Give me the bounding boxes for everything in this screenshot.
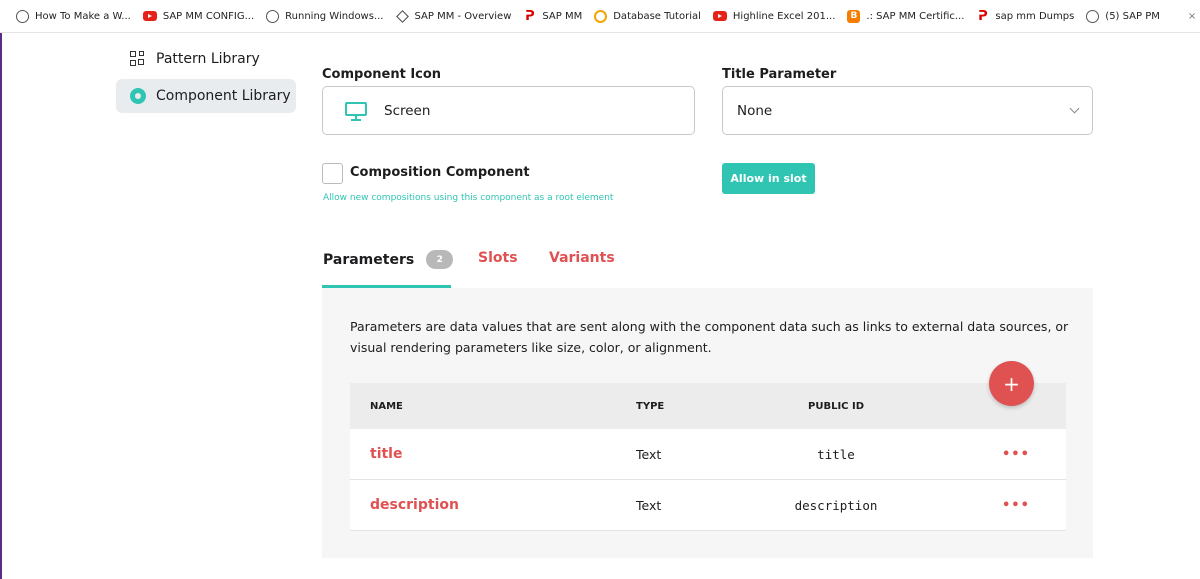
globe-icon: [266, 9, 280, 23]
column-header-name: NAME: [370, 400, 403, 412]
sidebar-item-component-library[interactable]: Component Library: [116, 79, 296, 113]
bookmark[interactable]: B .: SAP MM Certific...: [847, 9, 965, 23]
composition-component-checkbox[interactable]: [322, 163, 343, 184]
bookmark-label: Database Tutorial: [613, 10, 701, 22]
tab-variants[interactable]: Variants: [549, 250, 615, 266]
allow-in-slot-button[interactable]: Allow in slot: [722, 163, 815, 194]
bookmark[interactable]: Running Windows...: [266, 9, 384, 23]
bookmark-label: SAP MM: [542, 10, 583, 22]
sap-icon: ᕈ: [525, 8, 535, 24]
parameter-public-id: description: [794, 497, 878, 513]
sap-icon: ᕈ: [978, 8, 988, 24]
column-header-type: TYPE: [636, 400, 665, 412]
bookmark-label: Running Windows...: [285, 10, 384, 22]
bookmark-label: Highline Excel 201...: [732, 10, 836, 22]
component-icon-label: Component Icon: [322, 67, 442, 82]
bookmark[interactable]: ᕈ SAP MM: [523, 8, 583, 24]
parameters-table: NAME TYPE PUBLIC ID title Text title •••…: [350, 383, 1066, 531]
tab-label: Parameters: [323, 251, 415, 268]
bookmark[interactable]: How To Make a W...: [16, 9, 131, 23]
composition-component-hint: Allow new compositions using this compon…: [323, 193, 614, 203]
bookmark[interactable]: SAP MM CONFIG...: [142, 10, 255, 22]
parameter-name-link[interactable]: title: [370, 429, 402, 479]
parameter-type: Text: [636, 446, 662, 462]
parameter-public-id: title: [817, 446, 855, 462]
tab-slots[interactable]: Slots: [478, 250, 518, 266]
sidebar-item-label: Pattern Library: [156, 51, 260, 67]
tab-parameters[interactable]: Parameters 2: [323, 250, 454, 269]
table-row: title Text title •••: [350, 429, 1066, 480]
monitor-icon: [345, 100, 367, 122]
sidebar-item-label: Component Library: [156, 88, 291, 104]
bookmark-label: sap mm Dumps: [995, 10, 1075, 22]
bookmark[interactable]: Highline Excel 201...: [712, 10, 836, 22]
parameter-type: Text: [636, 497, 662, 513]
globe-icon: [16, 9, 29, 23]
sidebar-item-pattern-library[interactable]: Pattern Library: [116, 44, 296, 74]
title-parameter-value: None: [737, 102, 773, 119]
youtube-icon: [142, 11, 157, 21]
component-icon-value: Screen: [384, 102, 431, 119]
more-actions-icon[interactable]: •••: [1002, 429, 1030, 479]
composition-component-label: Composition Component: [350, 165, 530, 180]
window-edge: [0, 33, 2, 579]
database-icon: [594, 9, 608, 23]
bookmark[interactable]: SAP MM - Overview: [395, 9, 512, 23]
chevron-down-icon: [1069, 103, 1080, 114]
component-icon-picker[interactable]: Screen: [322, 86, 695, 135]
youtube-icon: [712, 11, 727, 21]
bookmark[interactable]: ᕈ sap mm Dumps: [976, 8, 1075, 24]
diamond-icon: [395, 9, 409, 23]
bookmark[interactable]: (5) SAP PM: [1086, 9, 1160, 23]
bookmark-label: How To Make a W...: [35, 10, 131, 22]
bookmark-label: (5) SAP PM: [1105, 10, 1160, 22]
parameter-name-link[interactable]: description: [370, 480, 459, 530]
gear-icon: [130, 88, 146, 104]
grid-icon: [130, 51, 146, 67]
table-row: description Text description •••: [350, 480, 1066, 531]
column-header-public-id: PUBLIC ID: [808, 400, 865, 412]
globe-icon: [1086, 9, 1100, 23]
blogger-icon: B: [847, 9, 861, 23]
parameters-description: Parameters are data values that are sent…: [350, 319, 1069, 355]
bookmark-label: .: SAP MM Certific...: [866, 10, 965, 22]
close-icon[interactable]: ×: [1188, 11, 1196, 22]
more-actions-icon[interactable]: •••: [1002, 480, 1030, 530]
add-parameter-button[interactable]: +: [989, 361, 1034, 406]
title-parameter-label: Title Parameter: [722, 67, 837, 82]
title-parameter-select[interactable]: None: [722, 86, 1093, 135]
count-badge: 2: [426, 250, 454, 269]
bookmark-label: SAP MM CONFIG...: [162, 10, 255, 22]
table-header: NAME TYPE PUBLIC ID: [350, 383, 1066, 429]
bookmarks-bar: How To Make a W... SAP MM CONFIG... Runn…: [0, 0, 1200, 33]
bookmark[interactable]: Database Tutorial: [594, 9, 701, 23]
bookmark-label: SAP MM - Overview: [414, 10, 512, 22]
